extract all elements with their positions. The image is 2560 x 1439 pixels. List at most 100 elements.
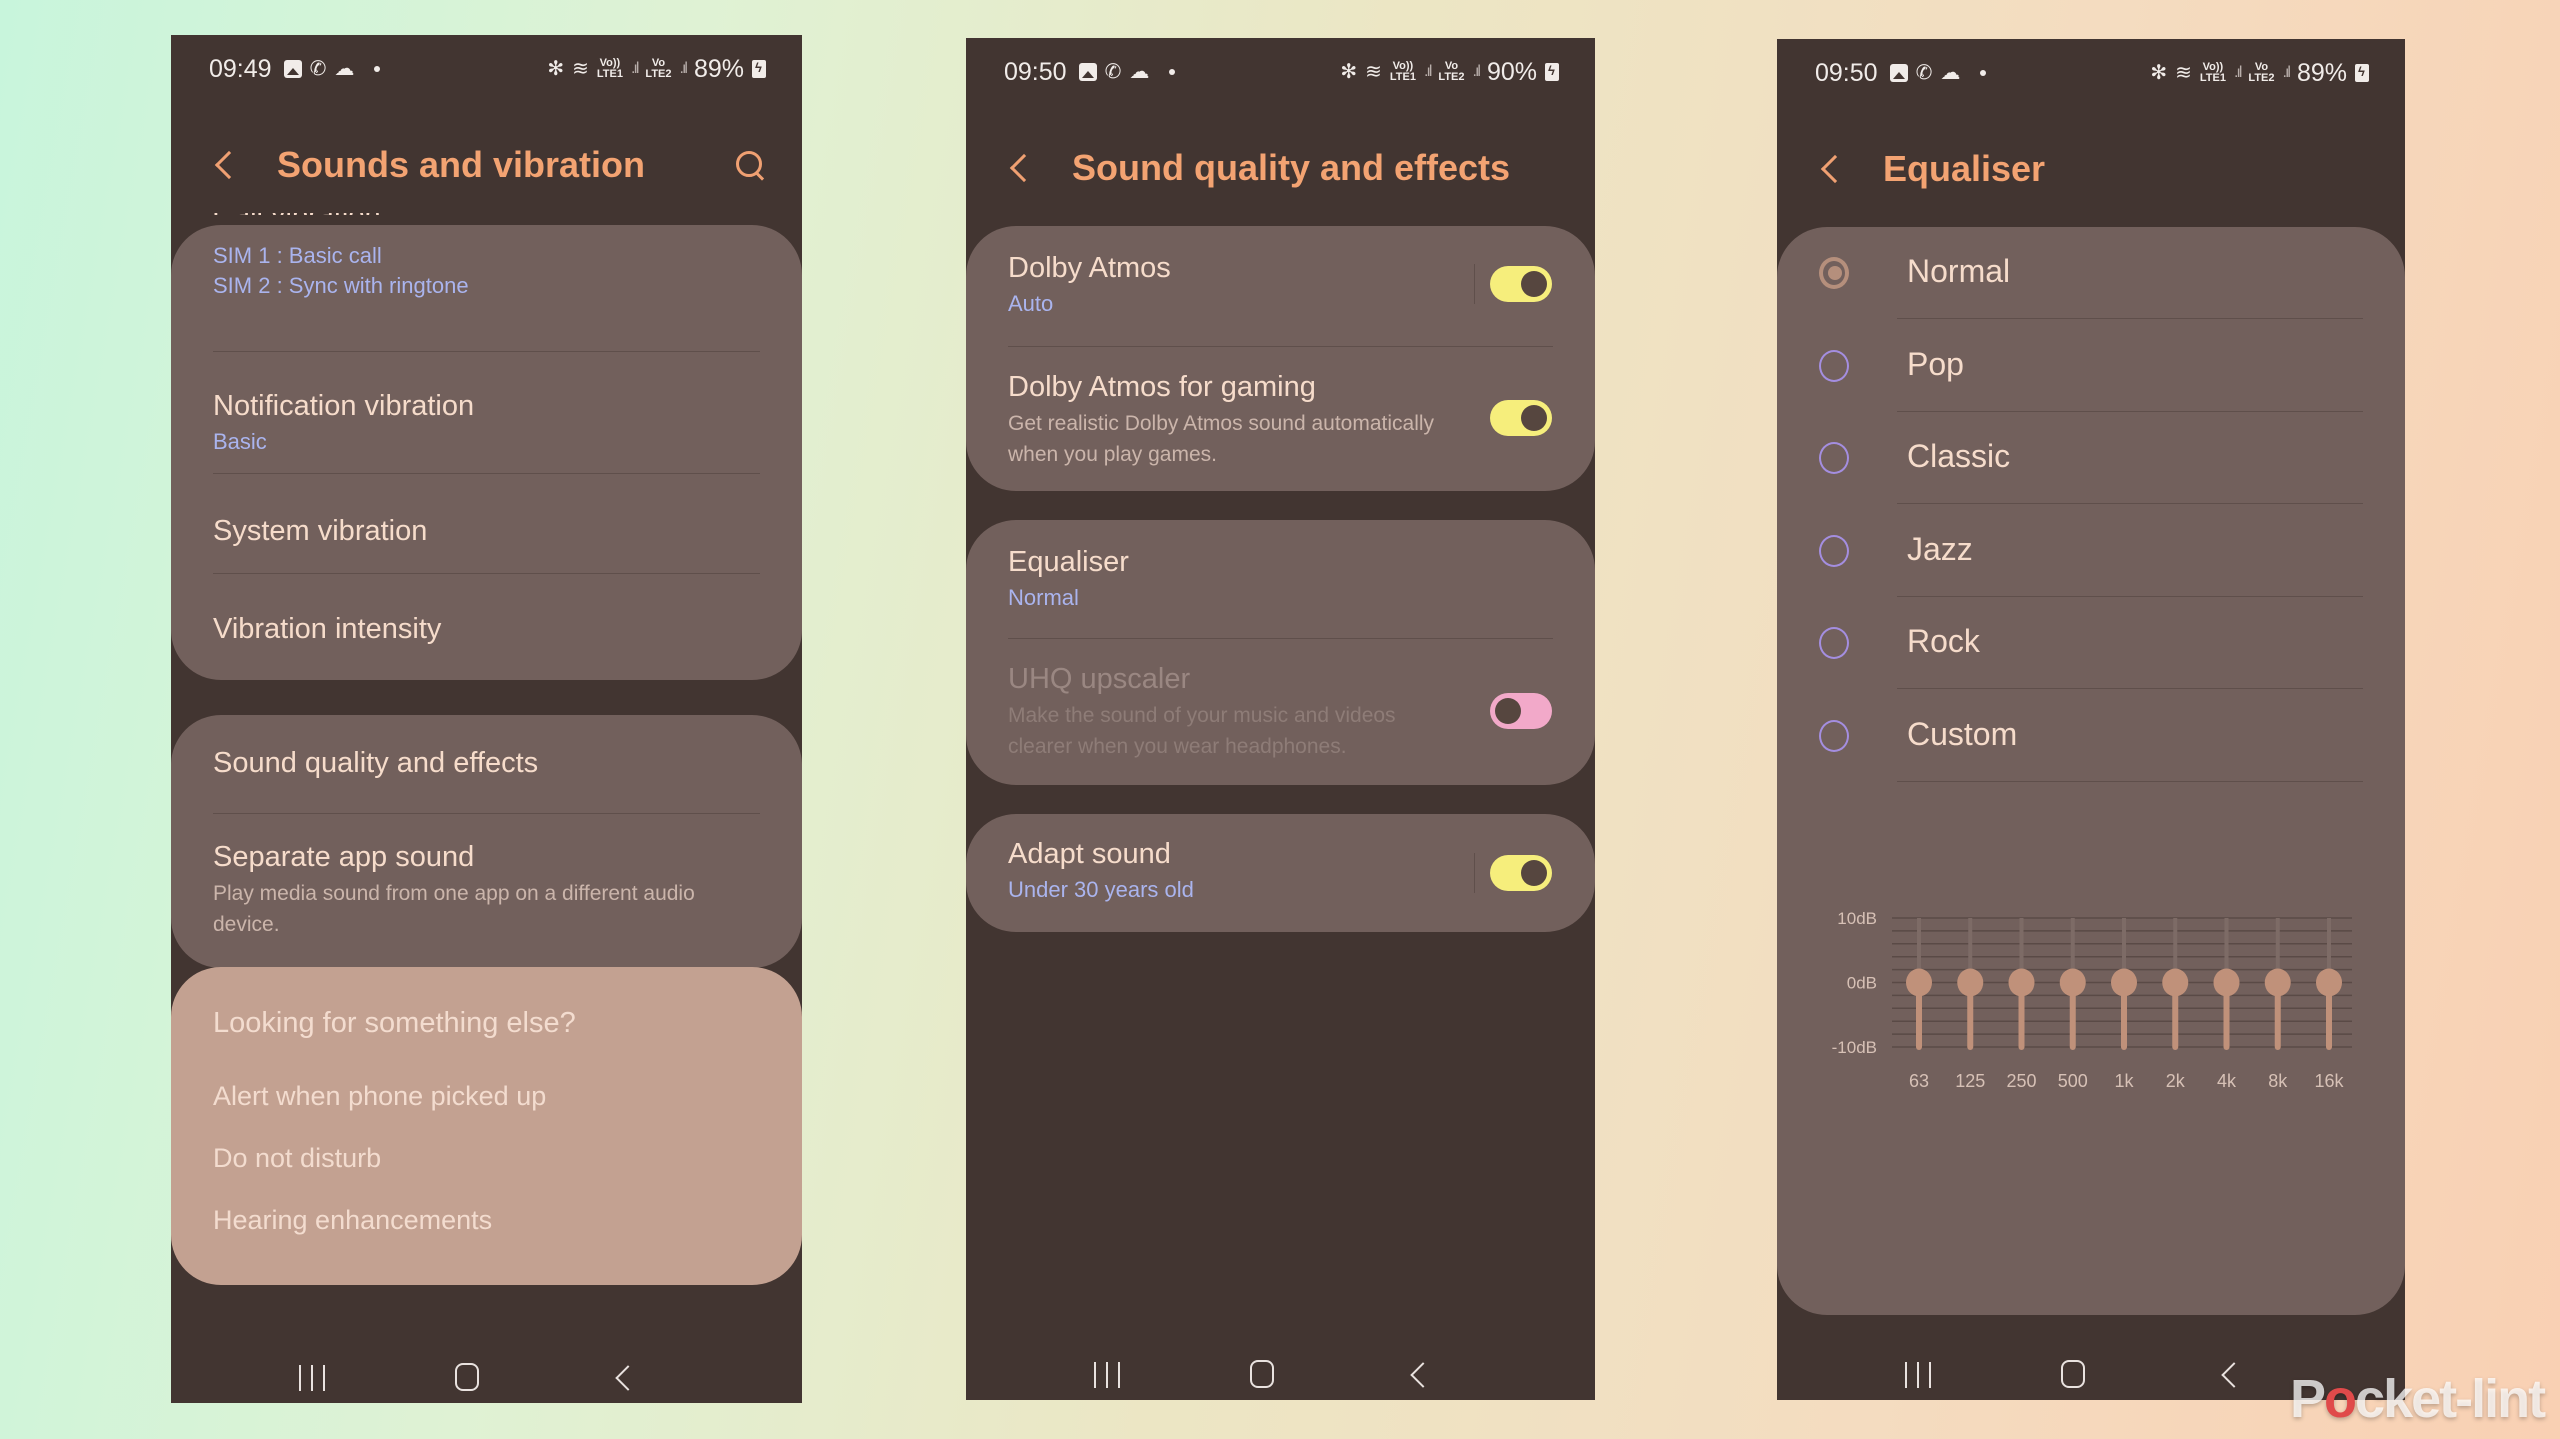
divider xyxy=(1008,346,1553,347)
divider xyxy=(1474,853,1475,893)
sim1-label: Vo)) LTE1 xyxy=(2199,61,2226,84)
status-bar: 09:50 ✆ ☁ ✻ ≋ Vo)) LTE1 .ıl Vo LTE2 .ıl 89… xyxy=(1815,53,2369,93)
notification-vibration-item[interactable]: Notification vibration Basic xyxy=(213,390,760,455)
slider-handle-8k[interactable] xyxy=(2264,968,2291,997)
divider xyxy=(213,573,760,574)
cloud-icon: ☁ xyxy=(334,58,355,80)
battery-charging-icon xyxy=(1545,63,1559,81)
page-title: Equaliser xyxy=(1883,148,2046,189)
sound-quality-item[interactable]: Sound quality and effects xyxy=(213,747,760,780)
whatsapp-icon: ✆ xyxy=(309,58,327,80)
back-nav-icon[interactable] xyxy=(615,1365,641,1391)
home-icon[interactable] xyxy=(455,1363,479,1391)
back-arrow-icon[interactable] xyxy=(1009,153,1039,183)
more-notifications-dot-icon xyxy=(1980,70,1987,76)
uhq-upscaler-toggle[interactable] xyxy=(1490,693,1552,729)
back-arrow-icon[interactable] xyxy=(214,150,244,180)
dolby-atmos-gaming-toggle[interactable] xyxy=(1490,400,1552,436)
navigation-bar xyxy=(171,1303,802,1403)
back-arrow-icon[interactable] xyxy=(1820,154,1850,184)
y-tick-label: 10dB xyxy=(1837,909,1877,928)
suggestions-card: Looking for something else? Alert when p… xyxy=(171,967,802,1285)
slider-handle-4k[interactable] xyxy=(2213,968,2240,997)
x-tick-label: 1k xyxy=(2114,1071,2134,1091)
recent-apps-icon[interactable] xyxy=(299,1365,325,1391)
slider-handle-500[interactable] xyxy=(2059,968,2086,997)
signal-icon: .ıl xyxy=(630,60,640,77)
dolby-atmos-toggle[interactable] xyxy=(1490,266,1552,302)
signal-icon: .ıl xyxy=(1472,63,1482,80)
slider-handle-125[interactable] xyxy=(1957,968,1984,997)
search-icon[interactable] xyxy=(734,149,766,181)
divider xyxy=(213,813,760,814)
status-time: 09:50 xyxy=(1815,58,1878,87)
back-nav-icon[interactable] xyxy=(2221,1362,2247,1388)
vibration-intensity-item[interactable]: Vibration intensity xyxy=(213,613,760,646)
bluetooth-icon: ✻ xyxy=(1340,61,1358,83)
uhq-upscaler-item[interactable]: UHQ upscaler Make the sound of your musi… xyxy=(1008,663,1465,762)
battery-charging-icon xyxy=(2355,64,2369,82)
adapt-sound-item[interactable]: Adapt sound Under 30 years old xyxy=(1008,838,1553,903)
x-tick-label: 2k xyxy=(2166,1071,2186,1091)
slider-handle-250[interactable] xyxy=(2008,968,2035,997)
phone-equaliser: 09:50 ✆ ☁ ✻ ≋ Vo)) LTE1 .ıl Vo LTE2 .ıl 89… xyxy=(1777,39,2405,1400)
battery-percent: 89% xyxy=(693,54,744,83)
sim2-label: Vo LTE2 xyxy=(2248,61,2275,84)
battery-percent: 89% xyxy=(2296,58,2347,87)
battery-charging-icon xyxy=(752,60,766,78)
bluetooth-icon: ✻ xyxy=(547,58,565,80)
slider-handle-2k[interactable] xyxy=(2162,968,2189,997)
page-title: Sounds and vibration xyxy=(277,144,646,185)
wifi-icon: ≋ xyxy=(2175,62,2192,84)
gallery-icon xyxy=(283,60,302,78)
sim2-label: Vo LTE2 xyxy=(645,57,672,80)
x-tick-label: 125 xyxy=(1955,1071,1985,1091)
slider-handle-63[interactable] xyxy=(1906,968,1932,997)
gallery-icon xyxy=(1078,63,1097,81)
pocket-lint-watermark: Pocket-lint xyxy=(2290,1369,2546,1429)
separate-app-sound-item[interactable]: Separate app sound Play media sound from… xyxy=(213,841,760,940)
page-title: Sound quality and effects xyxy=(1072,147,1511,188)
back-nav-icon[interactable] xyxy=(1410,1362,1436,1388)
equaliser-item[interactable]: Equaliser Normal xyxy=(1008,546,1553,611)
app-bar: Sounds and vibration xyxy=(211,135,766,195)
slider-handle-16k[interactable] xyxy=(2316,968,2342,997)
gallery-icon xyxy=(1889,64,1908,82)
adapt-sound-group: Adapt sound Under 30 years old xyxy=(966,814,1595,932)
signal-icon: .ıl xyxy=(1423,63,1433,80)
equaliser-card: Normal Pop Classic Jazz Rock Custom 10dB 0dB -1… xyxy=(1777,227,2405,1315)
home-icon[interactable] xyxy=(1250,1360,1274,1388)
cloud-icon: ☁ xyxy=(1940,62,1961,84)
suggestion-link[interactable]: Hearing enhancements xyxy=(213,1205,492,1236)
suggestions-heading: Looking for something else? xyxy=(213,1007,576,1039)
y-tick-label: 0dB xyxy=(1847,974,1877,993)
dolby-atmos-gaming-item[interactable]: Dolby Atmos for gaming Get realistic Dol… xyxy=(1008,371,1485,470)
whatsapp-icon: ✆ xyxy=(1104,61,1122,83)
divider xyxy=(213,351,760,352)
call-vibration-item[interactable]: SIM 1 : Basic call SIM 2 : Sync with rin… xyxy=(213,243,760,299)
recent-apps-icon[interactable] xyxy=(1905,1362,1931,1388)
signal-icon: .ıl xyxy=(2282,64,2292,81)
dolby-atmos-item[interactable]: Dolby Atmos Auto xyxy=(1008,252,1553,317)
x-tick-label: 4k xyxy=(2217,1071,2237,1091)
x-tick-label: 250 xyxy=(2006,1071,2036,1091)
status-bar: 09:49 ✆ ☁ ✻ ≋ Vo)) LTE1 .ıl Vo LTE2 .ıl 89… xyxy=(209,49,766,89)
more-notifications-dot-icon xyxy=(1169,69,1176,75)
suggestion-link[interactable]: Alert when phone picked up xyxy=(213,1081,546,1112)
equaliser-chart: 10dB 0dB -10dB 63 125 250 500 1k 2k 4k 8k 16k xyxy=(1832,909,2352,1091)
suggestion-link[interactable]: Do not disturb xyxy=(213,1143,381,1174)
home-icon[interactable] xyxy=(2061,1360,2085,1388)
wifi-icon: ≋ xyxy=(572,58,589,80)
x-tick-label: 63 xyxy=(1909,1071,1929,1091)
slider-handle-1k[interactable] xyxy=(2111,968,2137,997)
sound-settings-group: Sound quality and effects Separate app s… xyxy=(171,715,802,968)
adapt-sound-toggle[interactable] xyxy=(1490,855,1552,891)
signal-icon: .ıl xyxy=(2233,64,2243,81)
recent-apps-icon[interactable] xyxy=(1094,1362,1120,1388)
vibration-settings-group: Call vibration SIM 1 : Basic call SIM 2 … xyxy=(171,213,802,680)
system-vibration-item[interactable]: System vibration xyxy=(213,515,760,548)
status-time: 09:49 xyxy=(209,54,272,83)
phone-sounds-and-vibration: 09:49 ✆ ☁ ✻ ≋ Vo)) LTE1 .ıl Vo LTE2 .ıl 89… xyxy=(171,35,802,1403)
whatsapp-icon: ✆ xyxy=(1915,62,1933,84)
status-bar: 09:50 ✆ ☁ ✻ ≋ Vo)) LTE1 .ıl Vo LTE2 .ıl 90… xyxy=(1004,52,1559,92)
